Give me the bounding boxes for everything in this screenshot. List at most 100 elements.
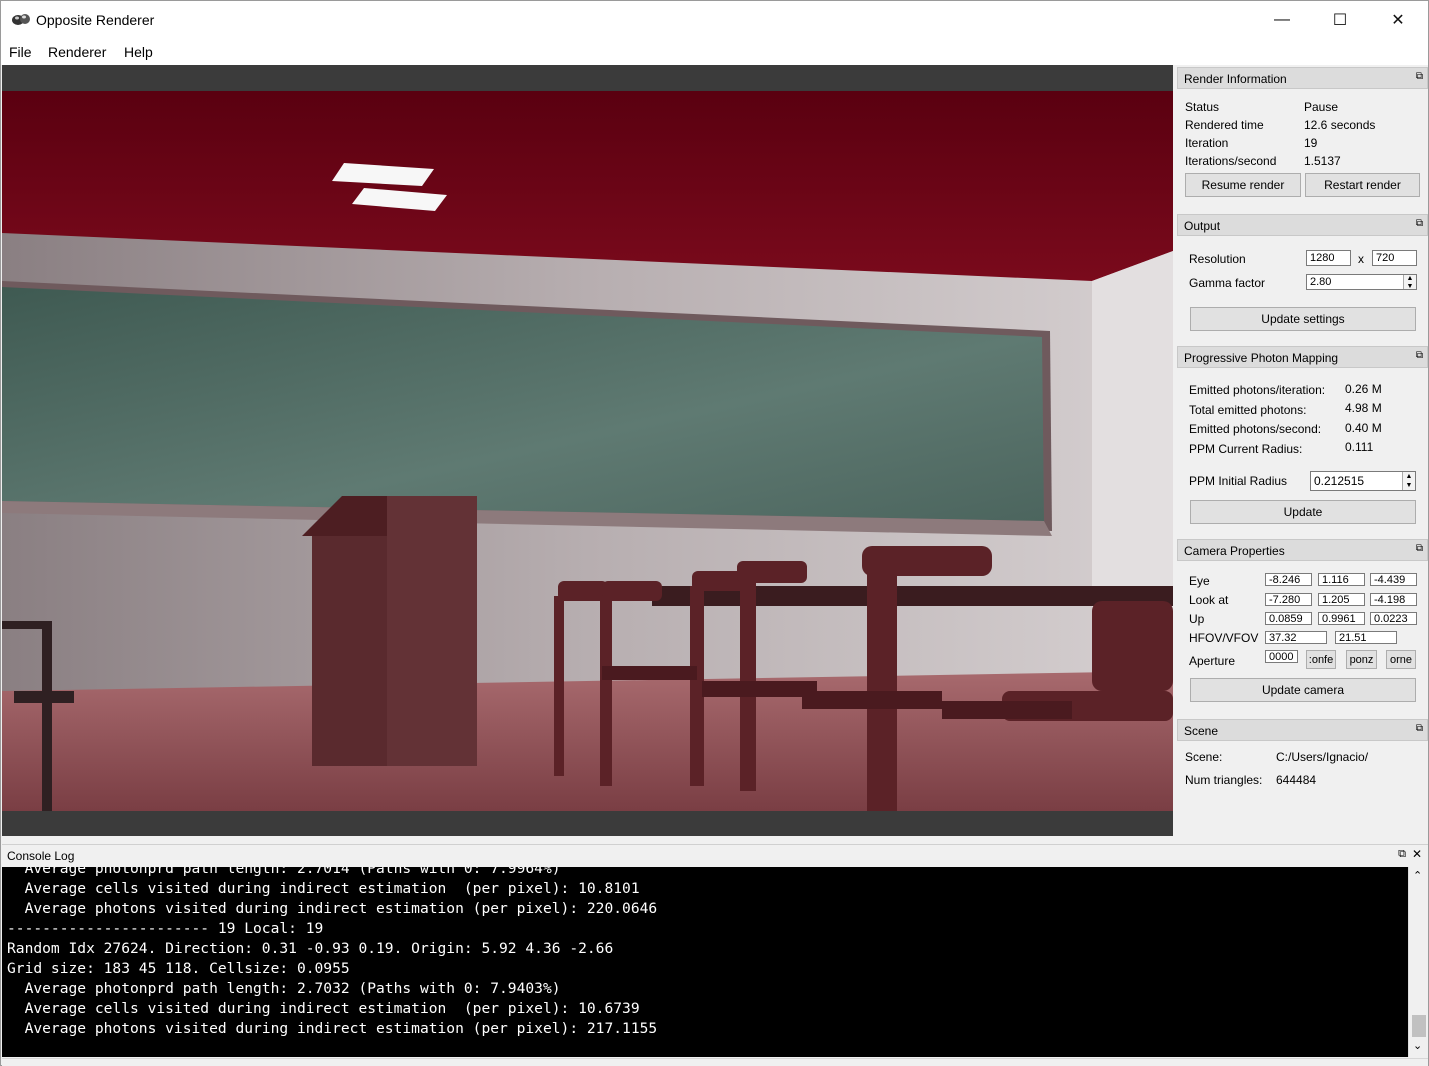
gamma-label: Gamma factor: [1189, 276, 1266, 290]
eye-label: Eye: [1189, 574, 1210, 588]
update-settings-button[interactable]: Update settings: [1190, 307, 1416, 331]
console-line: Average photonprd path length: 2.7032 (P…: [7, 980, 561, 997]
undock-icon[interactable]: ⧉: [1416, 350, 1423, 361]
console-line: Average photonprd path length: 2.7014 (P…: [7, 867, 561, 877]
total-emitted-label: Total emitted photons:: [1189, 403, 1307, 417]
ppm-current-radius-label: PPM Current Radius:: [1189, 442, 1303, 456]
num-triangles-value: 644484: [1276, 773, 1317, 787]
aperture-preset-button-3[interactable]: orne: [1386, 650, 1416, 669]
aperture-input[interactable]: 0000: [1265, 650, 1298, 663]
resolution-width-input[interactable]: 1280: [1306, 250, 1351, 266]
fov-label: HFOV/VFOV: [1189, 631, 1259, 645]
maximize-icon: ☐: [1332, 12, 1348, 29]
maximize-button[interactable]: ☐: [1311, 1, 1369, 39]
menu-bar: File Renderer Help: [1, 39, 1428, 65]
console-undock-icon[interactable]: ⧉: [1398, 848, 1406, 861]
scene-path-value: C:/Users/Ignacio/: [1276, 750, 1369, 764]
menu-help[interactable]: Help: [124, 44, 153, 60]
console-log[interactable]: Average photonprd path length: 2.7014 (P…: [2, 867, 1408, 1057]
console-close-icon[interactable]: ✕: [1412, 847, 1422, 861]
scroll-thumb[interactable]: [1412, 1015, 1426, 1037]
menu-file[interactable]: File: [9, 44, 32, 60]
output-title: Output: [1184, 219, 1221, 233]
status-value: Pause: [1304, 100, 1339, 114]
aperture-label: Aperture: [1189, 654, 1236, 668]
ppm-radius-spin-arrows-icon[interactable]: ▲ ▼: [1402, 472, 1415, 490]
num-triangles-label: Num triangles:: [1185, 773, 1263, 787]
vfov-input[interactable]: 21.51: [1335, 631, 1397, 644]
undock-icon[interactable]: ⧉: [1416, 218, 1423, 229]
console-line: Grid size: 183 45 118. Cellsize: 0.0955: [7, 960, 350, 977]
up-x-input[interactable]: 0.0859: [1265, 612, 1312, 625]
scene-title: Scene: [1184, 724, 1219, 738]
update-camera-button[interactable]: Update camera: [1190, 678, 1416, 702]
aperture-preset-button-2[interactable]: ponz: [1346, 650, 1377, 669]
hfov-input[interactable]: 37.32: [1265, 631, 1327, 644]
menu-renderer[interactable]: Renderer: [48, 44, 106, 60]
rendered-time-label: Rendered time: [1185, 118, 1264, 132]
total-emitted-value: 4.98 M: [1345, 401, 1382, 415]
lookat-y-input[interactable]: 1.205: [1318, 593, 1365, 606]
output-header: Output ⧉: [1177, 214, 1428, 236]
minimize-icon: —: [1274, 11, 1290, 28]
console-line: Random Idx 27624. Direction: 0.31 -0.93 …: [7, 940, 614, 957]
app-teapot-icon: [12, 14, 30, 25]
up-z-input[interactable]: 0.0223: [1370, 612, 1417, 625]
ppm-initial-radius-label: PPM Initial Radius: [1189, 474, 1288, 488]
console-title: Console Log: [7, 849, 75, 863]
window-title: Opposite Renderer: [36, 12, 155, 28]
eye-y-input[interactable]: 1.116: [1318, 573, 1365, 586]
rendered-time-value: 12.6 seconds: [1304, 118, 1376, 132]
console-header: Console Log ⧉ ✕: [2, 844, 1428, 866]
resume-render-button[interactable]: Resume render: [1185, 173, 1301, 197]
emitted-per-iteration-value: 0.26 M: [1345, 382, 1382, 396]
resolution-height-input[interactable]: 720: [1372, 250, 1417, 266]
close-button[interactable]: ✕: [1369, 1, 1427, 39]
app-window: Opposite Renderer — ☐ ✕ File Renderer He…: [0, 0, 1429, 1066]
iteration-label: Iteration: [1185, 136, 1229, 150]
iterations-per-second-value: 1.5137: [1304, 154, 1341, 168]
lookat-label: Look at: [1189, 593, 1229, 607]
eye-x-input[interactable]: -8.246: [1265, 573, 1312, 586]
up-y-input[interactable]: 0.9961: [1318, 612, 1365, 625]
status-bar: [2, 1058, 1428, 1066]
emitted-per-iteration-label: Emitted photons/iteration:: [1189, 383, 1326, 397]
lookat-z-input[interactable]: -4.198: [1370, 593, 1417, 606]
scene-header: Scene ⧉: [1177, 719, 1428, 741]
emitted-per-second-value: 0.40 M: [1345, 421, 1382, 435]
console-scrollbar[interactable]: ⌃ ⌄: [1408, 867, 1428, 1057]
title-bar: Opposite Renderer — ☐ ✕: [1, 1, 1428, 39]
console-line: Average cells visited during indirect es…: [7, 1000, 640, 1017]
iteration-value: 19: [1304, 136, 1318, 150]
rendered-classroom-image: [2, 91, 1173, 811]
render-viewport[interactable]: [2, 65, 1173, 836]
gamma-spinbox[interactable]: 2.80: [1306, 274, 1417, 290]
undock-icon[interactable]: ⧉: [1416, 723, 1423, 734]
console-line: ----------------------- 19 Local: 19: [7, 920, 324, 937]
camera-header: Camera Properties ⧉: [1177, 539, 1428, 561]
ppm-header: Progressive Photon Mapping ⧉: [1177, 346, 1428, 368]
camera-title: Camera Properties: [1184, 544, 1285, 558]
emitted-per-second-label: Emitted photons/second:: [1189, 422, 1322, 436]
aperture-preset-button-1[interactable]: :onfe: [1306, 650, 1336, 669]
minimize-button[interactable]: —: [1253, 1, 1311, 39]
ppm-initial-radius-spinbox[interactable]: 0.212515: [1310, 471, 1416, 491]
console-line: Average photons visited during indirect …: [7, 1020, 658, 1037]
undock-icon[interactable]: ⧉: [1416, 71, 1423, 82]
iterations-per-second-label: Iterations/second: [1185, 154, 1277, 168]
console-line: Average photons visited during indirect …: [7, 900, 658, 917]
eye-z-input[interactable]: -4.439: [1370, 573, 1417, 586]
resolution-x-label: x: [1358, 252, 1364, 266]
close-icon: ✕: [1391, 12, 1405, 29]
lookat-x-input[interactable]: -7.280: [1265, 593, 1312, 606]
restart-render-button[interactable]: Restart render: [1305, 173, 1420, 197]
scroll-up-icon[interactable]: ⌃: [1413, 869, 1422, 882]
render-info-header: Render Information ⧉: [1177, 67, 1428, 89]
ppm-update-button[interactable]: Update: [1190, 500, 1416, 524]
scroll-down-icon[interactable]: ⌄: [1413, 1039, 1422, 1052]
side-dock: Render Information ⧉ Status Pause Render…: [1177, 65, 1428, 840]
gamma-spin-arrows-icon[interactable]: ▲ ▼: [1403, 275, 1416, 290]
undock-icon[interactable]: ⧉: [1416, 543, 1423, 554]
scene-path-label: Scene:: [1185, 750, 1223, 764]
resolution-label: Resolution: [1189, 252, 1246, 266]
